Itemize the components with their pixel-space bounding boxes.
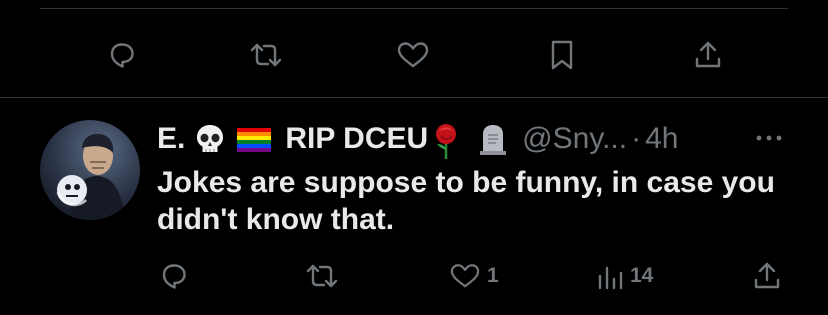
views-icon [596,262,624,290]
timestamp[interactable]: 4h [645,120,678,158]
reply-icon [107,40,137,70]
reply-button[interactable] [159,256,195,296]
share-icon [752,260,782,292]
like-button[interactable]: 1 [449,256,499,296]
heart-icon [396,40,430,70]
like-button[interactable] [391,30,435,80]
bookmark-icon [548,39,576,71]
skull-emoji-icon [193,122,227,156]
views-count: 14 [630,264,654,287]
bookmark-button[interactable] [540,30,584,80]
author-name-suffix[interactable]: RIP DCEU [285,120,428,158]
headstone-emoji-icon [476,122,510,156]
rose-emoji-icon [430,122,464,159]
reply-icon [159,261,189,291]
share-button[interactable] [752,256,782,296]
retweet-icon [248,40,284,70]
retweet-button[interactable] [304,256,346,296]
like-count: 1 [487,264,499,287]
author-handle[interactable]: @Sny... [522,120,627,158]
rainbow-flag-emoji-icon [235,122,273,156]
reply-button[interactable] [100,30,144,80]
avatar[interactable] [40,120,140,220]
author-name[interactable]: E. [157,120,185,158]
tweet[interactable]: E. RIP DCEU @Sny... · 4h Jokes are suppo… [0,98,828,315]
divider [40,8,788,9]
tweet-text: Jokes are suppose to be funny, in case y… [157,166,775,236]
retweet-icon [304,261,340,291]
separator: · [631,122,642,155]
tweet-actions: 1 14 [0,256,828,296]
share-icon [693,39,723,71]
views-button[interactable]: 14 [596,256,653,296]
more-options-button[interactable] [752,128,786,148]
share-button[interactable] [686,30,730,80]
retweet-button[interactable] [244,30,288,80]
previous-tweet-actions [0,30,828,80]
heart-icon [449,262,481,290]
timeline: E. RIP DCEU @Sny... · 4h Jokes are suppo… [0,0,828,315]
tweet-header: E. RIP DCEU @Sny... · 4h [157,120,678,159]
more-icon [754,134,784,142]
